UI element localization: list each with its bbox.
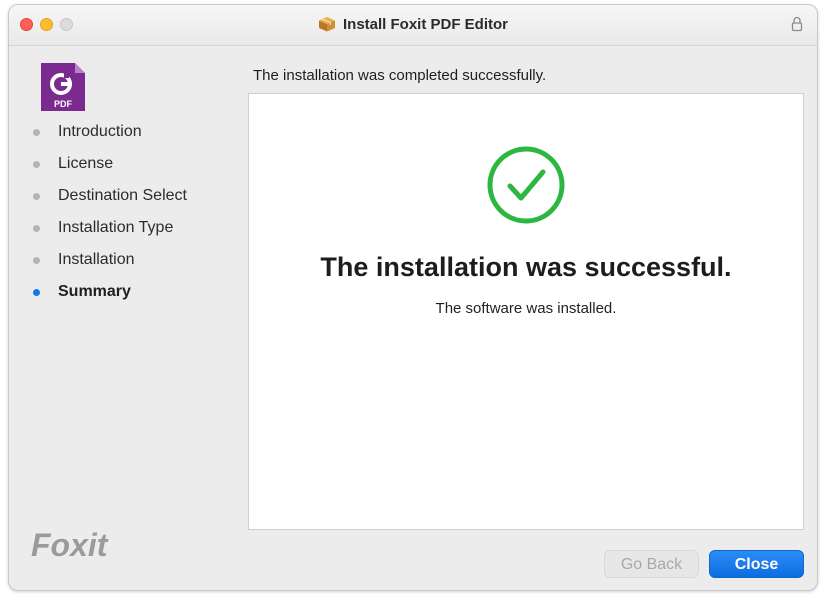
success-subtitle: The software was installed. — [435, 300, 617, 317]
foxit-logo: Foxit — [31, 527, 109, 563]
step-label: Introduction — [58, 123, 142, 140]
step-summary: Summary — [9, 281, 239, 313]
foxit-app-icon: PDF — [41, 63, 85, 111]
go-back-button[interactable]: Go Back — [604, 550, 699, 578]
step-bullet-active — [33, 289, 40, 296]
window-title: Install Foxit PDF Editor — [342, 16, 508, 33]
step-destination-select: Destination Select — [9, 185, 239, 217]
checkmark-circle-icon — [487, 146, 565, 224]
step-license: License — [9, 153, 239, 185]
step-bullet — [33, 193, 40, 200]
foxit-logo-text: Foxit — [31, 527, 109, 563]
step-label: Installation — [58, 251, 135, 268]
step-label: License — [58, 155, 114, 172]
step-label: Destination Select — [58, 187, 187, 204]
step-bullet — [33, 129, 40, 136]
app-icon-label: PDF — [54, 99, 73, 109]
title-bar: Install Foxit PDF Editor — [9, 5, 817, 46]
close-button[interactable]: Close — [709, 550, 804, 578]
step-installation-type: Installation Type — [9, 217, 239, 249]
content-panel: The installation was successful. The sof… — [248, 93, 804, 530]
package-icon — [318, 17, 335, 32]
installer-steps: Introduction License Destination Select … — [9, 121, 239, 313]
lock-icon — [791, 16, 803, 32]
success-title: The installation was successful. — [320, 252, 732, 282]
installer-window: Install Foxit PDF Editor PDF Introductio… — [8, 4, 818, 591]
step-introduction: Introduction — [9, 121, 239, 153]
step-bullet — [33, 225, 40, 232]
step-label: Summary — [58, 283, 131, 300]
step-label: Installation Type — [58, 219, 174, 236]
page-heading: The installation was completed successfu… — [253, 67, 547, 84]
step-bullet — [33, 161, 40, 168]
step-installation: Installation — [9, 249, 239, 281]
window-title-container: Install Foxit PDF Editor — [9, 16, 817, 33]
step-bullet — [33, 257, 40, 264]
